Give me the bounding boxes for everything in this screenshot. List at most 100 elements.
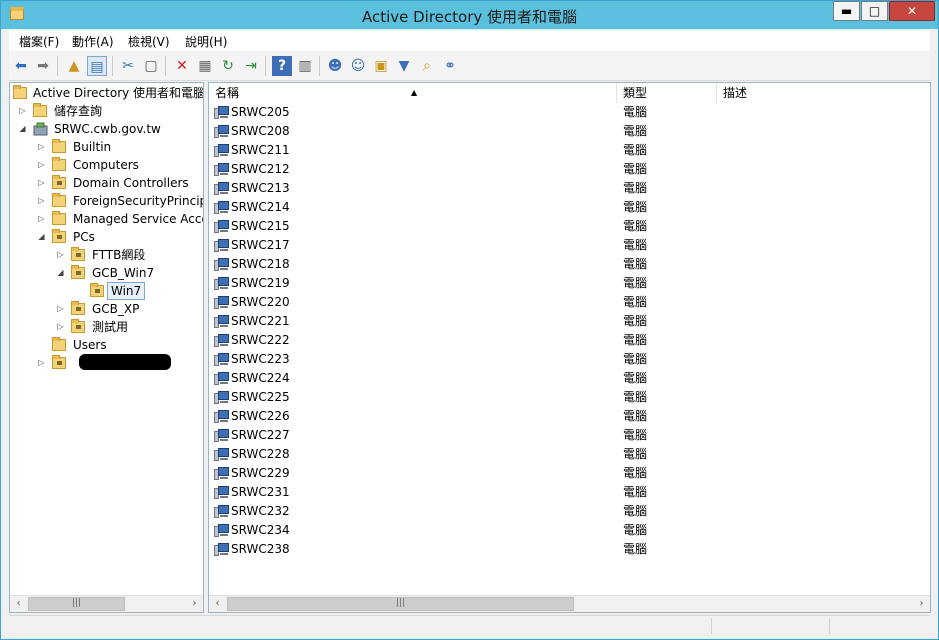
folder-icon [33, 103, 47, 117]
table-row[interactable]: SRWC217 電腦 [209, 236, 930, 255]
close-button[interactable]: ✕ [889, 1, 935, 21]
computer-type: 電腦 [623, 390, 648, 404]
table-row[interactable]: SRWC208 電腦 [209, 122, 930, 141]
table-row[interactable]: SRWC226 電腦 [209, 407, 930, 426]
computer-icon [214, 524, 229, 537]
expand-icon[interactable]: ▷ [37, 138, 46, 156]
back-arrow-icon[interactable]: ⬅ [11, 56, 31, 76]
column-header-type[interactable]: 類型 [617, 83, 717, 103]
menu-view[interactable]: 檢視(V) [128, 33, 170, 50]
collapse-icon[interactable]: ◢ [18, 120, 27, 138]
title-bar[interactable]: Active Directory 使用者和電腦 ▬ □ ✕ [1, 1, 938, 29]
expand-icon[interactable]: ▷ [56, 246, 65, 264]
table-row[interactable]: SRWC219 電腦 [209, 274, 930, 293]
table-row[interactable]: SRWC232 電腦 [209, 502, 930, 521]
table-row[interactable]: SRWC215 電腦 [209, 217, 930, 236]
collapse-icon[interactable]: ◢ [37, 228, 46, 246]
expand-icon[interactable]: ▷ [18, 102, 27, 120]
computer-icon [214, 410, 229, 423]
expand-icon[interactable]: ▷ [37, 156, 46, 174]
minimize-button[interactable]: ▬ [833, 1, 860, 21]
computer-icon [214, 258, 229, 271]
refresh-icon[interactable]: ↻ [218, 56, 238, 76]
scroll-left-icon[interactable]: ‹ [209, 596, 226, 612]
computer-name: SRWC227 [231, 428, 290, 442]
copy-icon[interactable]: ▢ [141, 56, 161, 76]
table-row[interactable]: SRWC229 電腦 [209, 464, 930, 483]
table-row[interactable]: SRWC234 電腦 [209, 521, 930, 540]
export-list-icon[interactable]: ⇥ [241, 56, 261, 76]
table-row[interactable]: SRWC225 電腦 [209, 388, 930, 407]
computer-name: SRWC238 [231, 542, 290, 556]
scroll-left-icon[interactable]: ‹ [10, 596, 27, 612]
find-icon[interactable]: ⌕ [417, 56, 437, 76]
expand-icon[interactable]: ▷ [37, 354, 46, 372]
expand-icon[interactable]: ▷ [56, 300, 65, 318]
computer-name: SRWC214 [231, 200, 290, 214]
scroll-right-icon[interactable]: › [913, 596, 930, 612]
new-group-icon[interactable]: ☺ [348, 56, 368, 76]
menu-file[interactable]: 檔案(F) [19, 33, 59, 50]
computer-type: 電腦 [623, 105, 648, 119]
table-row[interactable]: SRWC213 電腦 [209, 179, 930, 198]
table-row[interactable]: SRWC221 電腦 [209, 312, 930, 331]
forward-arrow-icon[interactable]: ➡ [33, 56, 53, 76]
table-row[interactable]: SRWC223 電腦 [209, 350, 930, 369]
maximize-button[interactable]: □ [861, 1, 888, 21]
computer-name: SRWC231 [231, 485, 290, 499]
computer-type: 電腦 [623, 200, 648, 214]
table-row[interactable]: SRWC222 電腦 [209, 331, 930, 350]
expand-icon[interactable]: ▷ [37, 174, 46, 192]
computer-type: 電腦 [623, 409, 648, 423]
computer-type: 電腦 [623, 447, 648, 461]
menu-action[interactable]: 動作(A) [72, 33, 114, 50]
delete-icon[interactable]: ✕ [172, 56, 192, 76]
tree-label-gcb-xp: GCB_XP [92, 302, 140, 316]
computer-icon [214, 334, 229, 347]
table-row[interactable]: SRWC220 電腦 [209, 293, 930, 312]
help-icon[interactable]: ? [272, 56, 292, 76]
menu-help[interactable]: 說明(H) [185, 33, 227, 50]
collapse-icon[interactable]: ◢ [56, 264, 65, 282]
expand-icon[interactable]: ▷ [37, 192, 46, 210]
expand-icon[interactable]: ▷ [37, 210, 46, 228]
computer-name: SRWC229 [231, 466, 290, 480]
tree-horizontal-scrollbar[interactable]: ‹ ||| › [10, 595, 203, 612]
show-console-icon[interactable]: ▥ [295, 56, 315, 76]
table-row[interactable]: SRWC205 電腦 [209, 103, 930, 122]
status-divider [829, 618, 831, 634]
redaction-mark [79, 354, 171, 370]
filter-icon[interactable]: ▼ [394, 56, 414, 76]
computer-name: SRWC219 [231, 276, 290, 290]
computer-type: 電腦 [623, 276, 648, 290]
computer-type: 電腦 [623, 333, 648, 347]
show-hide-tree-icon[interactable]: ▤ [87, 56, 107, 76]
scroll-right-icon[interactable]: › [186, 596, 203, 612]
table-row[interactable]: SRWC227 電腦 [209, 426, 930, 445]
column-header-description[interactable]: 描述 [717, 83, 930, 103]
add-to-group-icon[interactable]: ⚭ [440, 56, 460, 76]
table-row[interactable]: SRWC224 電腦 [209, 369, 930, 388]
table-row[interactable]: SRWC238 電腦 [209, 540, 930, 559]
cut-icon[interactable]: ✂ [118, 56, 138, 76]
expand-icon[interactable]: ▷ [56, 318, 65, 336]
table-row[interactable]: SRWC228 電腦 [209, 445, 930, 464]
computer-type: 電腦 [623, 219, 648, 233]
scroll-thumb[interactable]: ||| [227, 597, 574, 611]
table-row[interactable]: SRWC231 電腦 [209, 483, 930, 502]
table-row[interactable]: SRWC212 電腦 [209, 160, 930, 179]
up-folder-icon[interactable]: ▲ [64, 56, 84, 76]
computer-icon [214, 448, 229, 461]
table-row[interactable]: SRWC214 電腦 [209, 198, 930, 217]
table-row[interactable]: SRWC211 電腦 [209, 141, 930, 160]
scroll-thumb[interactable]: ||| [28, 597, 125, 611]
details-horizontal-scrollbar[interactable]: ‹ ||| › [209, 595, 930, 612]
new-ou-icon[interactable]: ▣ [371, 56, 391, 76]
properties-icon[interactable]: ▦ [195, 56, 215, 76]
new-user-icon[interactable]: ☻ [325, 56, 345, 76]
tree-label-fttb: FTTB網段 [92, 248, 146, 262]
computer-type: 電腦 [623, 352, 648, 366]
computer-icon [214, 391, 229, 404]
computer-name: SRWC213 [231, 181, 290, 195]
table-row[interactable]: SRWC218 電腦 [209, 255, 930, 274]
